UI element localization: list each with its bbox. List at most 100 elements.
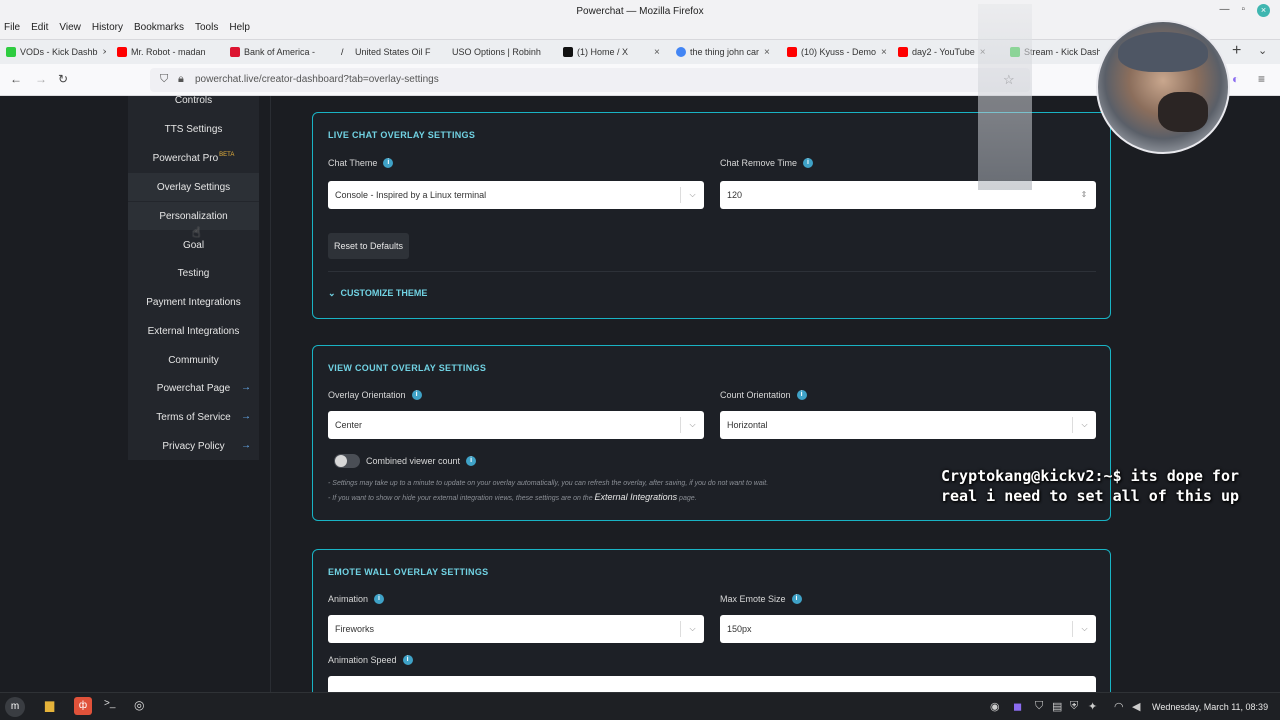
sidebar-item-powerchat-page[interactable]: Powerchat Page →	[128, 374, 259, 402]
chevron-down-icon: ⌵	[680, 621, 704, 637]
menu-file[interactable]: File	[4, 22, 20, 33]
overlay-orientation-label: Overlay Orientation i	[328, 390, 422, 400]
new-tab-icon[interactable]: +	[1232, 42, 1241, 60]
info-icon[interactable]: i	[796, 390, 807, 400]
url-bar[interactable]: ⛉ 🔒︎ powerchat.live/creator-dashboard?ta…	[150, 68, 1030, 92]
sidebar: Controls TTS Settings Powerchat Pro BETA …	[128, 96, 259, 460]
info-icon[interactable]: i	[466, 456, 477, 466]
hand-shape	[1158, 92, 1208, 132]
maximize-icon[interactable]: ▫	[1241, 4, 1245, 17]
customize-theme-toggle[interactable]: ⌄ CUSTOMIZE THEME	[328, 288, 427, 299]
chat-remove-time-input[interactable]: 120 ⇕	[720, 181, 1096, 209]
field-label-text: Chat Remove Time	[720, 158, 798, 168]
divider	[328, 271, 1096, 272]
menu-view[interactable]: View	[59, 22, 81, 33]
info-icon[interactable]: i	[402, 655, 413, 665]
close-icon[interactable]: ×	[1257, 4, 1270, 17]
tab-bank-of-america[interactable]: Bank of America -	[230, 43, 330, 61]
sidebar-item-controls[interactable]: Controls	[128, 96, 259, 114]
forward-icon[interactable]: →	[35, 72, 47, 86]
note-text: page.	[679, 495, 697, 502]
clipboard-tray-icon[interactable]: ▤	[1052, 700, 1062, 713]
tab-label: United States Oil F	[355, 47, 431, 57]
reload-icon[interactable]: ↻	[58, 72, 68, 86]
reset-to-defaults-button[interactable]: Reset to Defaults	[328, 233, 410, 259]
chevron-down-icon: ⌄	[328, 288, 341, 298]
discord-tray-icon[interactable]: ◼	[1013, 700, 1022, 713]
animation-speed-slider[interactable]	[328, 676, 1096, 692]
sidebar-item-privacy-policy[interactable]: Privacy Policy →	[128, 432, 259, 460]
max-emote-size-select[interactable]: 150px ⌵	[720, 615, 1096, 643]
sidebar-item-testing[interactable]: Testing	[128, 259, 259, 287]
info-icon[interactable]: i	[383, 158, 394, 168]
menu-bookmarks[interactable]: Bookmarks	[134, 22, 184, 33]
menu-help[interactable]: Help	[229, 22, 250, 33]
extension-icon[interactable]: ◐	[1232, 72, 1239, 86]
sidebar-item-payment-integrations[interactable]: Payment Integrations	[128, 288, 259, 316]
info-icon[interactable]: i	[374, 594, 385, 604]
emote-wall-overlay-card: EMOTE WALL OVERLAY SETTINGS Animation i F…	[312, 549, 1111, 692]
cursor-hand-icon: ☝︎	[192, 224, 201, 240]
menu-history[interactable]: History	[92, 22, 123, 33]
chat-theme-select[interactable]: Console - Inspired by a Linux terminal ⌵	[328, 181, 704, 209]
close-tab-icon[interactable]: ×	[103, 47, 106, 58]
back-icon[interactable]: ←	[10, 72, 22, 86]
sidebar-item-powerchat-pro[interactable]: Powerchat Pro BETA	[128, 144, 259, 172]
shield-icon[interactable]: ⛉	[160, 73, 168, 86]
info-icon[interactable]: i	[791, 594, 802, 604]
update-tray-icon[interactable]: ⛨	[1070, 700, 1078, 713]
tab-mr-robot[interactable]: Mr. Robot - madan	[117, 43, 217, 61]
hamburger-menu-icon[interactable]: ≡	[1258, 72, 1265, 86]
linux-mint-menu-icon[interactable]: m	[5, 697, 25, 717]
tab-kyuss[interactable]: (10) Kyuss - Demo ×	[787, 43, 887, 61]
tab-robinhood[interactable]: USO Options | Robinh	[452, 43, 552, 61]
terminal-icon[interactable]: >_	[104, 698, 115, 709]
tab-x-home[interactable]: (1) Home / X ×	[563, 43, 663, 61]
close-tab-icon[interactable]: ×	[654, 47, 660, 58]
obs-icon[interactable]: ◎	[134, 698, 144, 712]
count-orientation-select[interactable]: Horizontal ⌵	[720, 411, 1096, 439]
settings-note: - Settings may take up to a minute to up…	[328, 480, 769, 487]
overlay-orientation-select[interactable]: Center ⌵	[328, 411, 704, 439]
tab-google-search[interactable]: the thing john car ×	[676, 43, 776, 61]
info-icon[interactable]: i	[803, 158, 814, 168]
sidebar-item-label: External Integrations	[147, 325, 240, 337]
sidebar-item-tts-settings[interactable]: TTS Settings	[128, 115, 259, 143]
folder-icon[interactable]: ▆	[45, 698, 54, 712]
animation-select[interactable]: Fireworks ⌵	[328, 615, 704, 643]
menu-edit[interactable]: Edit	[31, 22, 48, 33]
sidebar-item-label: Goal	[182, 239, 205, 251]
window-title: Powerchat — Mozilla Firefox	[576, 6, 704, 17]
beta-badge: BETA	[219, 152, 235, 158]
taskbar-clock[interactable]: Wednesday, March 11, 08:39	[1152, 702, 1268, 712]
volume-tray-icon[interactable]: ◀	[1132, 700, 1140, 713]
stepper-icon[interactable]: ⇕	[1072, 187, 1096, 203]
sidebar-item-overlay-settings[interactable]: Overlay Settings	[128, 173, 259, 201]
field-label-text: Animation	[328, 594, 369, 604]
chat-remove-time-label: Chat Remove Time i	[720, 158, 814, 168]
shield-tray-icon[interactable]: ⛉	[1035, 700, 1043, 713]
notifications-tray-icon[interactable]: ✦	[1088, 700, 1097, 713]
tab-uso-fund[interactable]: / United States Oil F	[341, 43, 441, 61]
x-icon	[563, 47, 573, 57]
sidebar-item-community[interactable]: Community	[128, 346, 259, 374]
select-value: Console - Inspired by a Linux terminal	[335, 190, 487, 200]
info-icon[interactable]: i	[411, 390, 422, 400]
external-integrations-link[interactable]: External Integrations	[595, 492, 678, 502]
toggle-knob	[335, 455, 347, 467]
close-tab-icon[interactable]: ×	[764, 47, 770, 58]
obs-tray-icon[interactable]: ◉	[990, 700, 1000, 713]
wifi-tray-icon[interactable]: ◠	[1114, 700, 1124, 713]
youtube-icon	[898, 47, 908, 57]
url-text[interactable]: powerchat.live/creator-dashboard?tab=ove…	[195, 74, 439, 85]
close-tab-icon[interactable]: ×	[881, 47, 887, 58]
lock-icon[interactable]: 🔒︎	[178, 73, 184, 86]
sidebar-item-terms-of-service[interactable]: Terms of Service →	[128, 403, 259, 431]
tab-vods-kick[interactable]: VODs - Kick Dashb ×	[6, 43, 106, 61]
sidebar-item-external-integrations[interactable]: External Integrations	[128, 317, 259, 345]
menu-tools[interactable]: Tools	[195, 22, 218, 33]
minimize-icon[interactable]: —	[1219, 4, 1229, 17]
combined-viewer-count-toggle[interactable]	[334, 454, 360, 468]
tab-list-icon[interactable]: ⌄	[1258, 44, 1267, 57]
firefox-icon[interactable]: ф	[74, 697, 92, 715]
